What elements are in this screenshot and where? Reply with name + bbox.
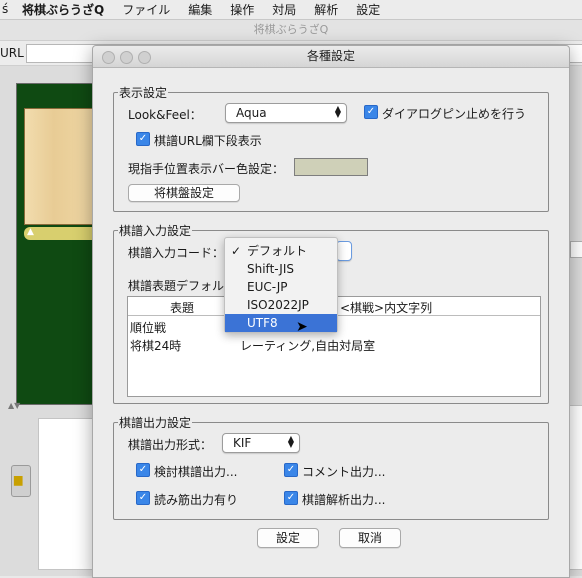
document-icon: ▆ — [14, 473, 23, 486]
kifu-url-lower-checkbox[interactable]: ✓ — [136, 132, 150, 146]
title-default-label: 棋譜表題デフォル — [128, 279, 225, 293]
display-settings-group: 表示設定 Look&Feel： Aqua ▲ ▼ ✓ ダイアログピン止めを行う ✓… — [113, 84, 549, 212]
output-format-select[interactable]: KIF ▲ ▼ — [222, 433, 300, 453]
menu-item-label: デフォルト — [247, 244, 308, 258]
display-settings-legend: 表示設定 — [118, 84, 169, 101]
updown-arrows-icon: ▲ ▼ — [334, 104, 341, 119]
menu-operation[interactable]: 操作 — [230, 1, 254, 18]
menu-item-iso2022jp[interactable]: ISO2022JP — [225, 296, 337, 314]
table-cell: 将棋24時 — [130, 339, 182, 353]
shogi-board[interactable] — [24, 108, 98, 225]
kifu-output-settings-legend: 棋譜出力設定 — [118, 414, 193, 431]
comment-output-checkbox[interactable]: ✓ — [284, 463, 298, 477]
move-position-bar[interactable] — [24, 227, 96, 240]
menu-item-shift-jis[interactable]: Shift-JIS — [225, 260, 337, 278]
output-format-value: KIF — [233, 436, 252, 450]
dialog-pin-label: ダイアログピン止めを行う — [382, 107, 527, 121]
kifu-input-settings-legend: 棋譜入力設定 — [118, 222, 193, 239]
menu-game[interactable]: 対局 — [272, 1, 296, 18]
look-feel-value: Aqua — [236, 106, 267, 120]
apple-menu-icon[interactable]: ś — [2, 2, 8, 16]
column-header-title[interactable]: 表題 — [170, 299, 194, 316]
encoding-dropdown-menu: ✓ デフォルト Shift-JIS EUC-JP ISO2022JP UTF8 — [224, 237, 338, 333]
main-window-title: 将棋ぶらうざQ — [0, 20, 582, 41]
look-feel-select[interactable]: Aqua ▲ ▼ — [225, 103, 347, 123]
menu-file[interactable]: ファイル — [122, 1, 170, 18]
menu-analysis[interactable]: 解析 — [314, 1, 338, 18]
look-feel-label: Look&Feel： — [128, 108, 202, 122]
triangle-up-icon: ▲ — [27, 227, 34, 237]
table-cell: レーティング,自由対局室 — [240, 339, 376, 353]
menu-item-label: Shift-JIS — [247, 262, 294, 276]
kifu-analysis-output-label: 棋譜解析出力... — [302, 493, 386, 507]
comment-pane[interactable] — [38, 418, 98, 570]
reading-line-output-label: 読み筋出力有り — [154, 493, 239, 507]
menu-bar: ś 将棋ぶらうざQ ファイル 編集 操作 対局 解析 設定 — [0, 0, 582, 20]
dialog-titlebar[interactable]: 各種設定 — [93, 46, 569, 68]
table-row[interactable]: 将棋24時 レーティング,自由対局室 — [128, 336, 540, 353]
menu-item-label: UTF8 — [247, 316, 278, 330]
input-code-select[interactable] — [336, 241, 352, 261]
menu-item-default[interactable]: ✓ デフォルト — [225, 242, 337, 260]
menu-settings[interactable]: 設定 — [356, 1, 380, 18]
url-label: URL — [0, 46, 24, 60]
table-cell: 順位戦 — [130, 321, 167, 335]
menu-item-euc-jp[interactable]: EUC-JP — [225, 278, 337, 296]
board-settings-button[interactable]: 将棋盤設定 — [128, 184, 240, 202]
checkmark-icon: ✓ — [231, 244, 242, 258]
comment-output-label: コメント出力... — [302, 465, 386, 479]
ok-button[interactable]: 設定 — [257, 528, 319, 548]
menu-item-label: EUC-JP — [247, 280, 288, 294]
column-header-string[interactable]: <棋戦>内文字列 — [340, 299, 432, 316]
review-kifu-output-checkbox[interactable]: ✓ — [136, 463, 150, 477]
menu-edit[interactable]: 編集 — [188, 1, 212, 18]
kifu-url-lower-label: 棋譜URL欄下段表示 — [154, 134, 262, 148]
review-kifu-output-label: 検討棋譜出力... — [154, 465, 238, 479]
app-menu[interactable]: 将棋ぶらうざQ — [22, 1, 104, 18]
kifu-output-settings-group: 棋譜出力設定 棋譜出力形式： KIF ▲ ▼ ✓ 検討棋譜出力... ✓ コメント… — [113, 414, 549, 520]
right-field[interactable] — [570, 241, 582, 258]
menu-item-utf8[interactable]: UTF8 — [225, 314, 337, 332]
bar-color-swatch[interactable] — [294, 158, 368, 176]
reading-line-output-checkbox[interactable]: ✓ — [136, 491, 150, 505]
dialog-title: 各種設定 — [306, 49, 355, 63]
input-code-label: 棋譜入力コード： — [128, 246, 225, 260]
mouse-pointer-icon: ➤ — [296, 319, 308, 335]
dialog-pin-checkbox[interactable]: ✓ — [364, 105, 378, 119]
cancel-button[interactable]: 取消 — [339, 528, 401, 548]
output-format-label: 棋譜出力形式： — [128, 438, 213, 452]
current-pos-bar-color-label: 現指手位置表示バー色設定： — [128, 162, 285, 176]
kifu-analysis-output-checkbox[interactable]: ✓ — [284, 491, 298, 505]
menu-item-label: ISO2022JP — [247, 298, 309, 312]
updown-arrows-icon: ▲ ▼ — [287, 434, 294, 449]
split-arrows-icon[interactable]: ▲▼ — [8, 401, 20, 410]
